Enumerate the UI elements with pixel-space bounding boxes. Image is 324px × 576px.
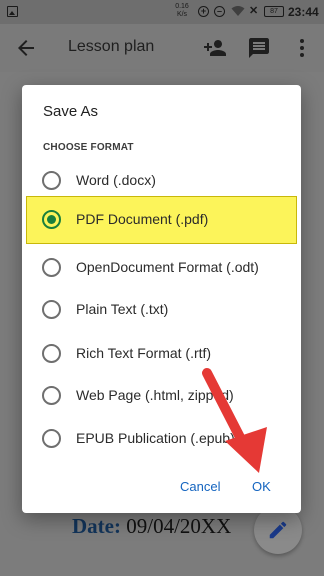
option-label: OpenDocument Format (.odt) <box>76 259 259 275</box>
gallery-notification-icon <box>7 6 18 17</box>
comment-icon[interactable] <box>247 36 271 60</box>
wifi-icon <box>231 6 245 16</box>
pencil-icon <box>269 521 287 539</box>
data-saver-icon: + <box>198 6 209 17</box>
section-heading: CHOOSE FORMAT <box>43 142 134 153</box>
date-value: 09/04/20XX <box>126 514 232 538</box>
more-options-icon[interactable] <box>290 36 314 60</box>
radio-button-selected[interactable] <box>42 210 61 229</box>
radio-button[interactable] <box>42 386 61 405</box>
status-bar: 0.16 K/s + – ✕ 87 23:44 <box>0 0 324 24</box>
radio-button[interactable] <box>42 300 61 319</box>
radio-button[interactable] <box>42 258 61 277</box>
date-label: Date: <box>72 514 121 538</box>
radio-button[interactable] <box>42 429 61 448</box>
clock: 23:44 <box>288 5 319 19</box>
do-not-disturb-icon: – <box>214 6 225 17</box>
network-speed: 0.16 K/s <box>174 3 190 19</box>
edit-fab-button[interactable] <box>254 506 302 554</box>
share-person-add-icon[interactable] <box>203 36 227 60</box>
ok-button[interactable]: OK <box>252 479 271 494</box>
network-speed-unit: K/s <box>176 11 188 18</box>
format-option-odt[interactable]: OpenDocument Format (.odt) <box>22 248 301 288</box>
no-signal-icon: ✕ <box>249 5 259 17</box>
radio-button[interactable] <box>42 171 61 190</box>
radio-button[interactable] <box>42 344 61 363</box>
network-speed-value: 0.16 <box>175 3 189 10</box>
battery-icon: 87 <box>264 6 284 17</box>
format-option-pdf[interactable]: PDF Document (.pdf) <box>26 196 297 244</box>
option-label: Plain Text (.txt) <box>76 301 169 317</box>
format-option-txt[interactable]: Plain Text (.txt) <box>22 290 301 330</box>
option-label: Word (.docx) <box>76 172 156 188</box>
document-date-line: Date: 09/04/20XX <box>72 514 231 539</box>
cancel-button[interactable]: Cancel <box>180 479 220 494</box>
battery-level: 87 <box>270 8 278 15</box>
page-title: Lesson plan <box>68 38 155 55</box>
option-label: Rich Text Format (.rtf) <box>76 345 212 361</box>
dialog-title: Save As <box>43 103 99 120</box>
option-label: PDF Document (.pdf) <box>76 211 209 227</box>
app-bar: Lesson plan <box>0 24 324 72</box>
format-option-docx[interactable]: Word (.docx) <box>22 161 301 201</box>
annotation-arrow-icon <box>202 368 267 473</box>
back-arrow-icon[interactable] <box>14 36 38 60</box>
